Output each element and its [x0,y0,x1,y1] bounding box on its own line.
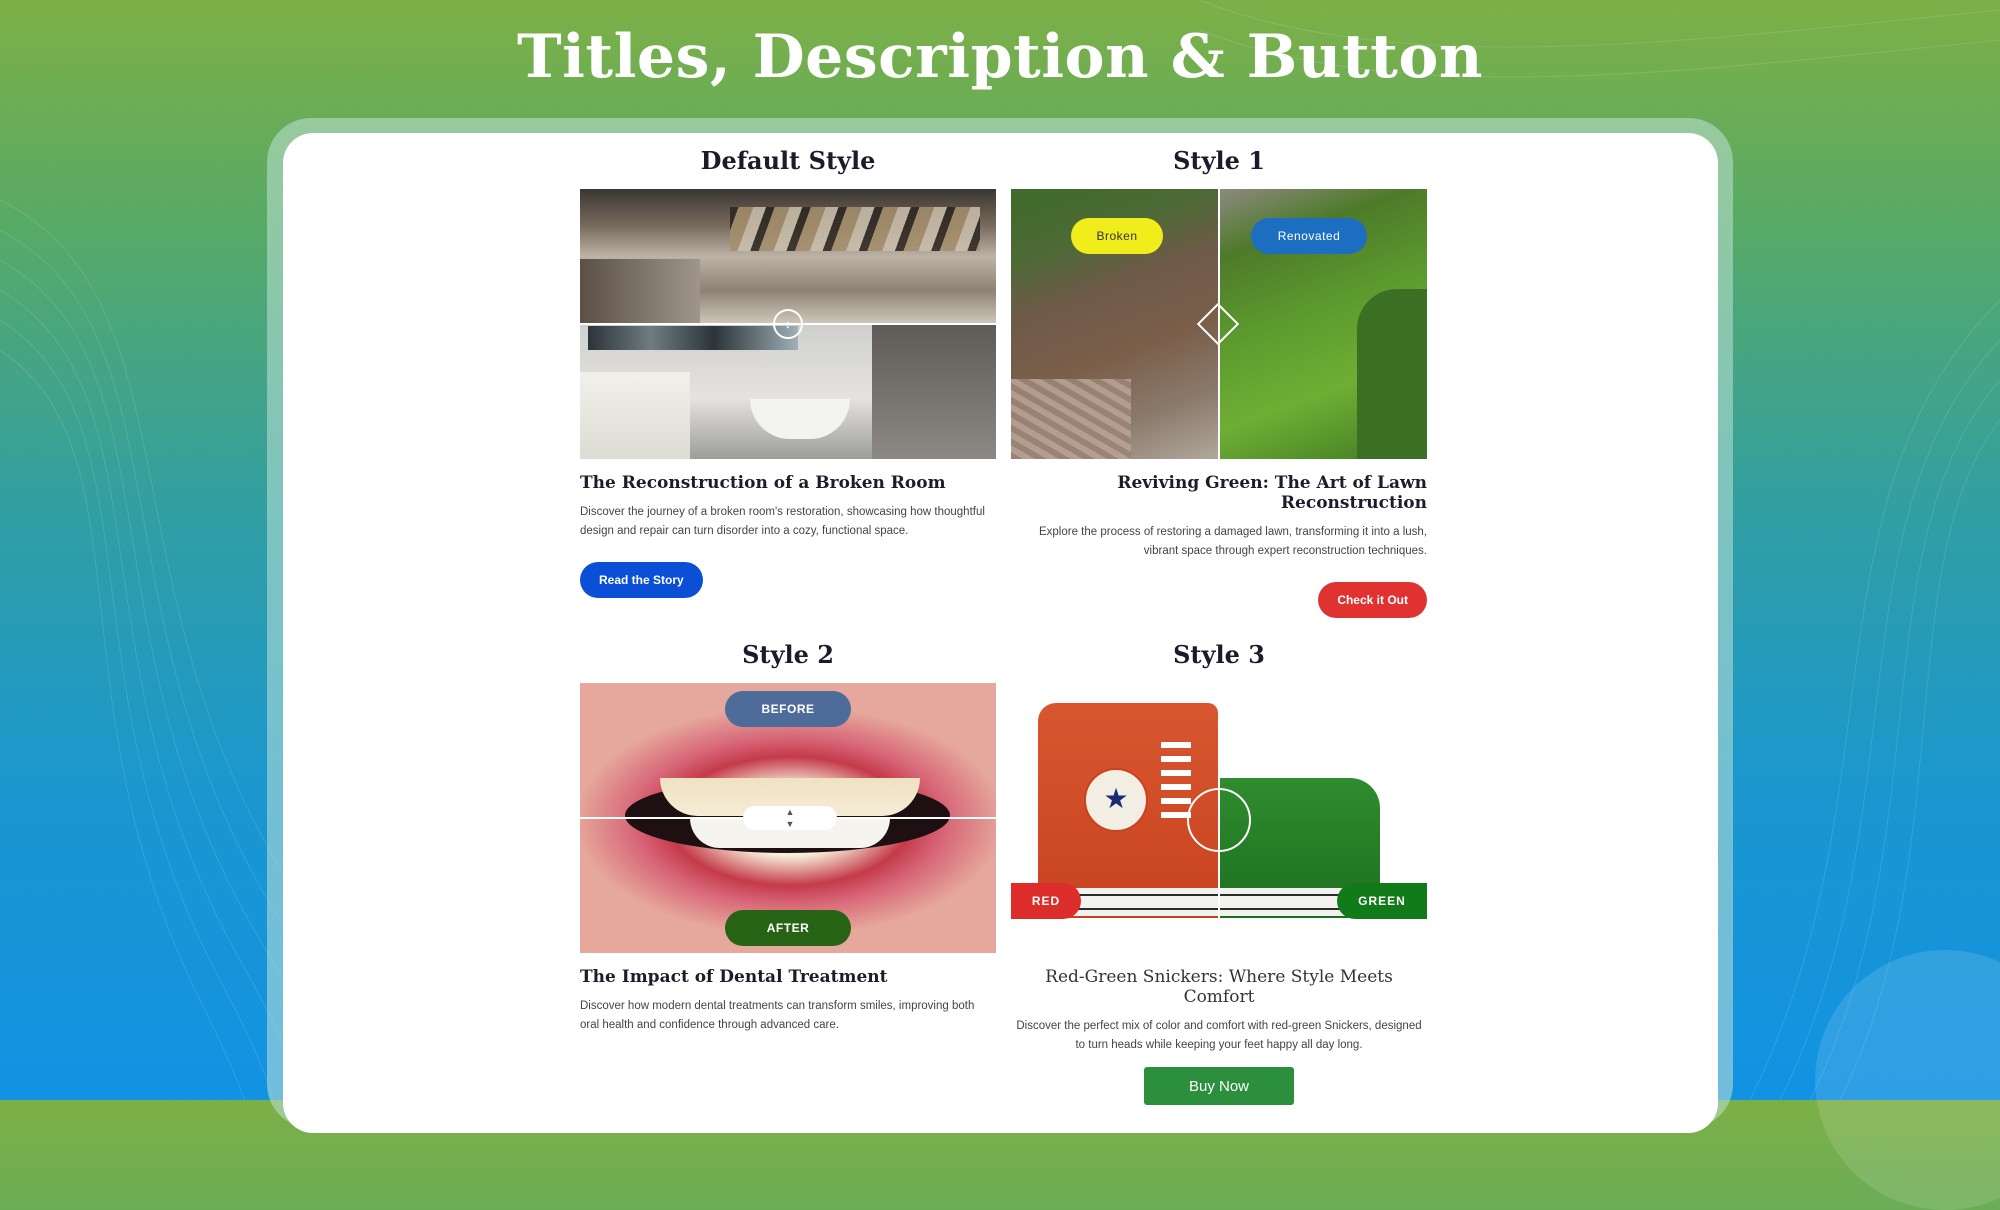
card-title: The Impact of Dental Treatment [580,967,888,987]
vertical-slider-handle-icon[interactable]: ▲ ▼ [743,806,837,830]
after-label: AFTER [725,910,851,946]
card-description: Discover the perfect mix of color and co… [1016,1020,1422,1051]
vertical-slider-handle-icon[interactable]: ↕ [773,309,803,339]
red-label: RED [1011,883,1081,919]
renovated-room-image [580,324,996,459]
style-1-heading: Style 1 [1173,146,1265,175]
style-1-section: Style 1 Broken Renovated Reviving Green:… [1011,133,1427,618]
card-description: Discover how modern dental treatments ca… [580,1000,975,1031]
card-title: Reviving Green: The Art of Lawn Reconstr… [1117,473,1427,513]
default-style-section: Default Style ↕ The Reconstruction of a … [580,133,996,598]
decorative-circle [1815,950,2000,1210]
check-it-out-button[interactable]: Check it Out [1318,582,1427,618]
broken-room-image [580,189,996,324]
card-title: Red-Green Snickers: Where Style Meets Co… [1045,967,1393,1007]
read-the-story-button[interactable]: Read the Story [580,562,703,598]
sneaker-before-after-image[interactable]: ★ RED GREEN [1011,683,1427,953]
card-description: Discover the journey of a broken room's … [580,506,985,537]
showcase-card [283,133,1718,1133]
buy-now-button[interactable]: Buy Now [1144,1067,1294,1105]
page-title: Titles, Description & Button [516,22,1484,92]
card-description: Explore the process of restoring a damag… [1038,526,1427,557]
lawn-before-after-image[interactable]: Broken Renovated [1011,189,1427,459]
style-3-section: Style 3 ★ RED GREEN Red-Green Snickers: … [1011,627,1427,1105]
broken-label: Broken [1071,218,1163,254]
card-title: The Reconstruction of a Broken Room [580,473,946,493]
style-3-heading: Style 3 [1173,640,1265,669]
before-label: BEFORE [725,691,851,727]
teeth-before-after-image[interactable]: ▲ ▼ BEFORE AFTER [580,683,996,953]
style-2-section: Style 2 ▲ ▼ BEFORE AFTER The Impact of De… [580,627,996,1035]
default-style-heading: Default Style [700,146,876,175]
star-patch-icon: ★ [1084,768,1148,832]
style-2-heading: Style 2 [742,640,834,669]
circle-slider-handle-icon[interactable] [1187,788,1251,852]
renovated-label: Renovated [1251,218,1367,254]
green-label: GREEN [1337,883,1427,919]
room-before-after-image[interactable]: ↕ [580,189,996,459]
laces [1161,738,1191,818]
